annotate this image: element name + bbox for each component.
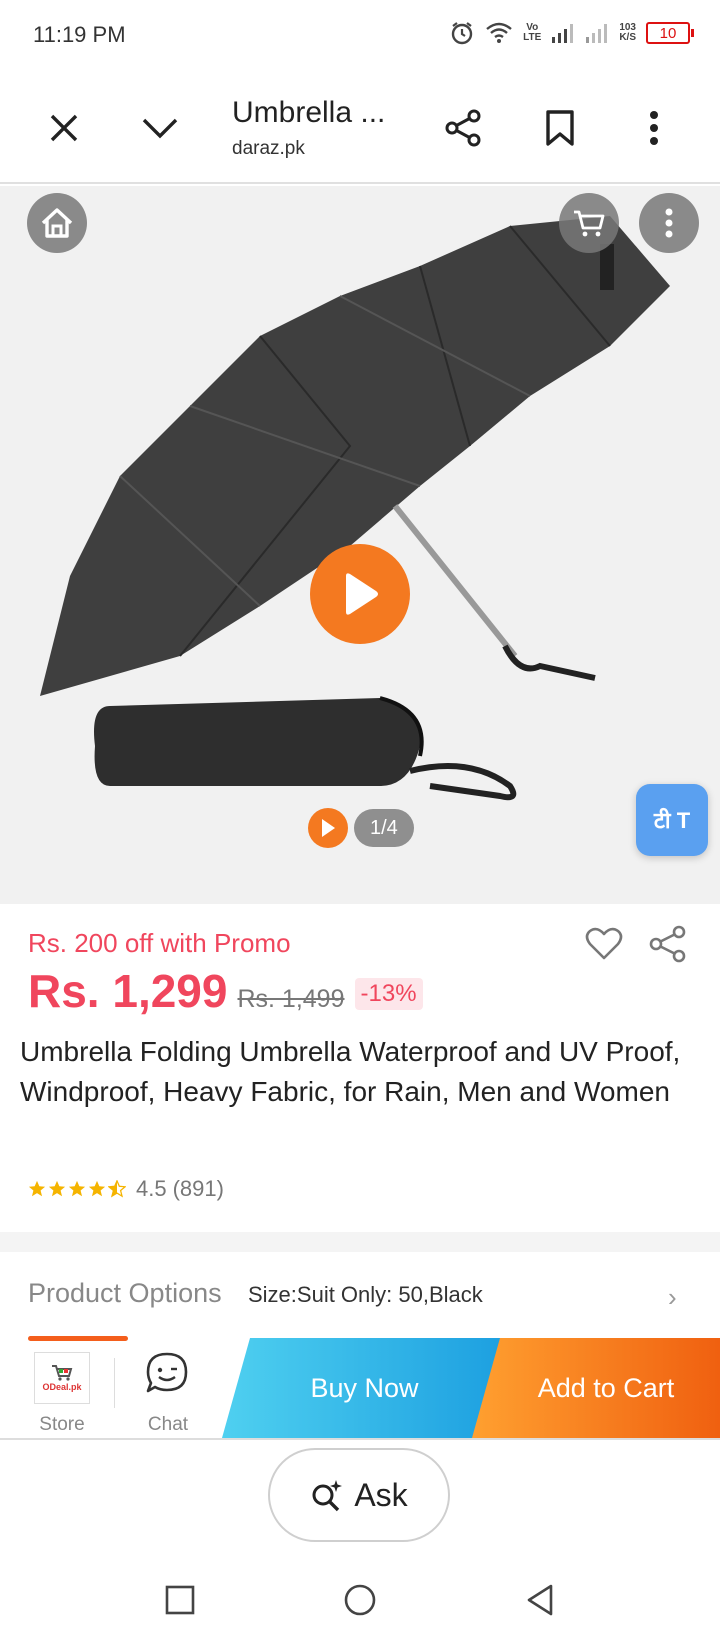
store-cart-icon (52, 1365, 73, 1381)
rating-value: 4.5 (136, 1176, 167, 1201)
system-nav-bar (0, 1560, 720, 1640)
translate-label: टी T (653, 808, 691, 833)
current-price: Rs. 1,299 (28, 965, 228, 1017)
options-value: Size:Suit Only: 50,Black (248, 1282, 483, 1307)
add-to-cart-button[interactable]: Add to Cart (472, 1338, 720, 1438)
volte-icon: Vo LTE (523, 23, 541, 43)
rating-stars (28, 1180, 126, 1198)
store-tab-marker (28, 1336, 128, 1341)
discount-badge: -13% (354, 978, 423, 1010)
volte-bottom-label: LTE (523, 32, 542, 43)
section-divider (0, 1232, 720, 1252)
chat-label: Chat (147, 1414, 189, 1435)
network-speed: 103 K/S (619, 23, 636, 43)
play-video-button[interactable] (310, 544, 410, 644)
store-label: Store (39, 1414, 85, 1435)
price-row: Rs. 1,299 Rs. 1,499 -13% (28, 964, 423, 1018)
options-label: Product Options (28, 1278, 222, 1308)
page-title[interactable]: Umbrella ... (232, 96, 385, 130)
promo-text[interactable]: Rs. 200 off with Promo (28, 928, 291, 959)
star-icon (48, 1180, 66, 1197)
star-icon (28, 1180, 46, 1197)
ask-search-sparkle-icon (312, 1480, 343, 1512)
store-button[interactable]: ODeal.pk Store (22, 1346, 106, 1440)
home-icon[interactable] (27, 193, 87, 253)
alarm-icon (449, 20, 475, 46)
recents-icon[interactable] (150, 1570, 210, 1630)
status-bar: 11:19 PM Vo LTE 103 K/S 10 (0, 0, 720, 72)
home-nav-icon[interactable] (330, 1570, 390, 1630)
share-product-icon[interactable] (648, 924, 688, 964)
image-counter: 1/4 (308, 808, 414, 848)
translate-icon[interactable]: टी T (636, 784, 708, 856)
browser-toolbar: Umbrella ... daraz.pk (0, 72, 720, 184)
page-domain[interactable]: daraz.pk (232, 138, 305, 160)
bookmark-icon[interactable] (532, 100, 588, 156)
original-price: Rs. 1,499 (237, 985, 345, 1013)
star-icon (88, 1180, 106, 1197)
play-small-icon[interactable] (308, 808, 348, 848)
close-icon[interactable] (36, 100, 92, 156)
store-logo: ODeal.pk (34, 1352, 90, 1404)
back-icon[interactable] (510, 1570, 570, 1630)
heart-icon[interactable] (584, 924, 624, 964)
more-vertical-icon[interactable] (626, 100, 682, 156)
cart-icon[interactable] (559, 193, 619, 253)
status-icons: Vo LTE 103 K/S 10 (449, 20, 694, 46)
image-index: 1/4 (354, 809, 414, 847)
battery-icon: 10 (646, 22, 694, 44)
image-more-icon[interactable] (639, 193, 699, 253)
store-logo-text: ODeal.pk (42, 1382, 82, 1392)
signal-2-icon (585, 22, 609, 44)
bottom-action-bar: ODeal.pk Store Chat Buy Now Add to Cart (0, 1336, 720, 1440)
share-icon[interactable] (436, 100, 492, 156)
ask-label: Ask (354, 1476, 408, 1513)
signal-icon (551, 22, 575, 44)
battery-level: 10 (659, 24, 677, 42)
product-title: Umbrella Folding Umbrella Waterproof and… (20, 1036, 681, 1107)
star-icon (68, 1180, 86, 1197)
status-time: 11:19 PM (33, 22, 126, 47)
buy-now-button[interactable]: Buy Now (222, 1338, 507, 1438)
wifi-icon (485, 21, 513, 45)
chevron-right-icon: › (668, 1282, 677, 1312)
product-image-carousel[interactable]: 1/4 टी T (0, 186, 720, 904)
star-half-icon (108, 1180, 126, 1198)
rating-row[interactable]: 4.5 (891) (28, 1176, 224, 1202)
speed-unit: K/S (619, 32, 636, 43)
chevron-down-icon[interactable] (132, 100, 188, 156)
ask-button[interactable]: Ask (268, 1448, 450, 1542)
chat-icon (146, 1352, 188, 1393)
chat-button[interactable]: Chat (126, 1346, 210, 1440)
product-options-row[interactable]: Product Options Size:Suit Only: 50,Black… (0, 1256, 720, 1336)
action-separator (114, 1358, 115, 1408)
review-count: (891) (172, 1176, 224, 1201)
